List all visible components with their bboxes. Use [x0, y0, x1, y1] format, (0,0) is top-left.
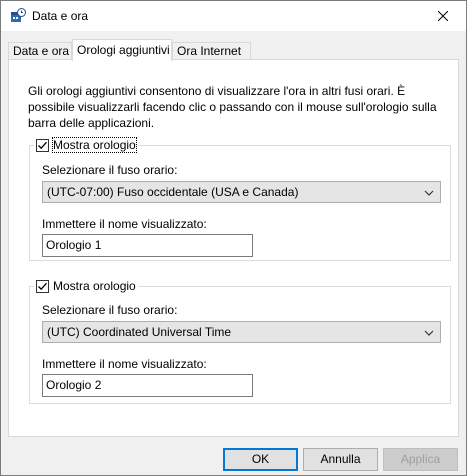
clock-2-timezone-value: (UTC) Coordinated Universal Time	[47, 325, 232, 339]
clock-2-checkbox[interactable]	[36, 279, 49, 293]
clock-1-name-label: Immettere il nome visualizzato:	[42, 217, 207, 231]
clock-2-show-label: Mostra orologio	[53, 279, 136, 293]
clock-app-icon	[10, 8, 26, 24]
clock-2-name-input[interactable]	[46, 378, 246, 392]
checkmark-icon	[38, 141, 47, 149]
chevron-down-icon	[424, 330, 434, 336]
clock-1-timezone-value: (UTC-07:00) Fuso occidentale (USA e Cana…	[47, 185, 299, 199]
clock-1-name-field[interactable]	[42, 234, 253, 257]
clock-1-show-checkbox-row[interactable]: Mostra orologio	[34, 137, 138, 153]
tab-internet-time[interactable]: Ora Internet	[172, 42, 251, 60]
dialog-window: Data e ora Data e ora Orologi aggiuntivi…	[0, 0, 467, 476]
tab-date-time[interactable]: Data e ora	[8, 42, 72, 60]
clock-2-group: Mostra orologio Selezionare il fuso orar…	[29, 278, 451, 404]
clock-1-show-label: Mostra orologio	[52, 137, 137, 153]
ok-button[interactable]: OK	[223, 448, 298, 471]
chevron-down-icon	[424, 190, 434, 196]
clock-2-name-field[interactable]	[42, 374, 253, 397]
clock-1-group: Mostra orologio Selezionare il fuso orar…	[29, 137, 451, 261]
clock-1-timezone-select[interactable]: (UTC-07:00) Fuso occidentale (USA e Cana…	[42, 181, 441, 203]
apply-button[interactable]: Applica	[383, 448, 458, 471]
close-button[interactable]	[420, 1, 466, 31]
clock-2-timezone-select[interactable]: (UTC) Coordinated Universal Time	[42, 321, 441, 343]
clock-2-timezone-label: Selezionare il fuso orario:	[42, 303, 178, 317]
tab-panel: Gli orologi aggiuntivi consentono di vis…	[8, 59, 459, 437]
clock-1-name-input[interactable]	[46, 238, 246, 252]
checkmark-icon	[38, 282, 47, 290]
clock-2-show-checkbox-row[interactable]: Mostra orologio	[34, 278, 138, 294]
window-title: Data e ora	[32, 9, 89, 23]
description-text: Gli orologi aggiuntivi consentono di vis…	[28, 84, 437, 130]
clock-1-checkbox[interactable]	[36, 138, 49, 152]
cancel-button[interactable]: Annulla	[303, 448, 378, 471]
clock-2-name-label: Immettere il nome visualizzato:	[42, 357, 207, 371]
title-bar[interactable]: Data e ora	[1, 1, 466, 31]
tab-additional-clocks[interactable]: Orologi aggiuntivi	[72, 39, 172, 61]
close-icon	[438, 11, 448, 21]
clock-1-timezone-label: Selezionare il fuso orario:	[42, 163, 178, 177]
